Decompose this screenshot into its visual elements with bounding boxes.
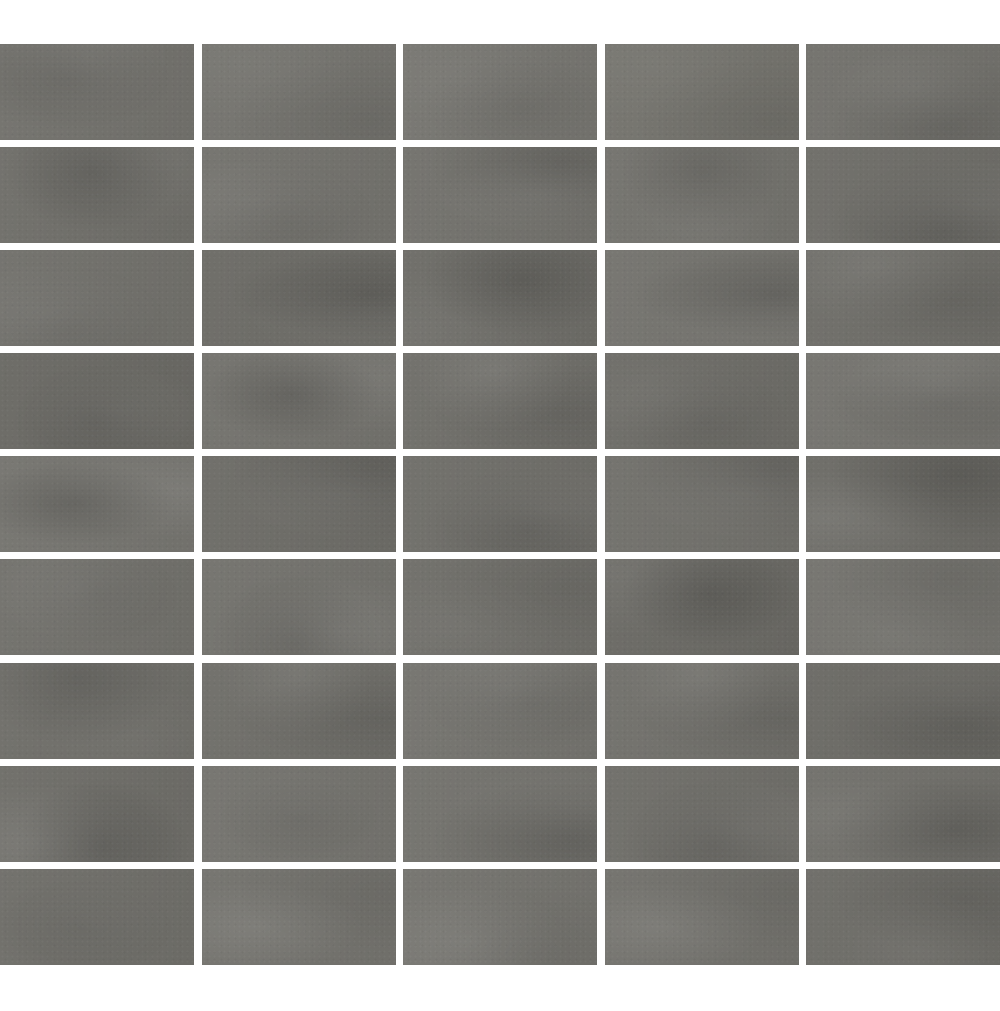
mosaic-tile bbox=[403, 353, 597, 450]
mosaic-tile bbox=[201, 456, 396, 553]
mosaic-tile bbox=[403, 250, 597, 347]
mosaic-tile bbox=[201, 44, 396, 140]
mosaic-tile-grid bbox=[0, 44, 1000, 965]
mosaic-tile bbox=[604, 868, 799, 965]
mosaic-tile bbox=[403, 559, 597, 656]
mosaic-tile bbox=[806, 147, 1000, 244]
mosaic-tile bbox=[403, 147, 597, 244]
mosaic-tile bbox=[403, 44, 597, 140]
mosaic-tile bbox=[806, 353, 1000, 450]
mosaic-tile bbox=[0, 456, 194, 553]
mosaic-tile bbox=[201, 147, 396, 244]
mosaic-tile bbox=[806, 868, 1000, 965]
mosaic-tile bbox=[0, 765, 194, 862]
mosaic-tile bbox=[201, 662, 396, 759]
mosaic-tile bbox=[806, 662, 1000, 759]
mosaic-tile bbox=[201, 765, 396, 862]
mosaic-tile bbox=[201, 559, 396, 656]
mosaic-tile bbox=[403, 868, 597, 965]
mosaic-tile bbox=[201, 353, 396, 450]
mosaic-tile bbox=[604, 353, 799, 450]
mosaic-tile bbox=[403, 765, 597, 862]
mosaic-tile bbox=[806, 44, 1000, 140]
mosaic-tile bbox=[0, 250, 194, 347]
mosaic-tile bbox=[604, 662, 799, 759]
mosaic-tile bbox=[201, 250, 396, 347]
mosaic-tile bbox=[0, 868, 194, 965]
mosaic-tile bbox=[806, 765, 1000, 862]
mosaic-tile bbox=[403, 662, 597, 759]
mosaic-tile bbox=[0, 147, 194, 244]
mosaic-tile bbox=[0, 662, 194, 759]
mosaic-tile bbox=[604, 250, 799, 347]
mosaic-tile bbox=[806, 456, 1000, 553]
mosaic-tile bbox=[604, 147, 799, 244]
mosaic-tile bbox=[0, 44, 194, 140]
mosaic-tile bbox=[0, 353, 194, 450]
mosaic-tile bbox=[604, 765, 799, 862]
mosaic-tile bbox=[604, 559, 799, 656]
mosaic-tile bbox=[604, 44, 799, 140]
mosaic-tile bbox=[0, 559, 194, 656]
mosaic-tile bbox=[604, 456, 799, 553]
mosaic-tile bbox=[806, 559, 1000, 656]
mosaic-tile bbox=[403, 456, 597, 553]
mosaic-tile bbox=[806, 250, 1000, 347]
mosaic-tile bbox=[201, 868, 396, 965]
